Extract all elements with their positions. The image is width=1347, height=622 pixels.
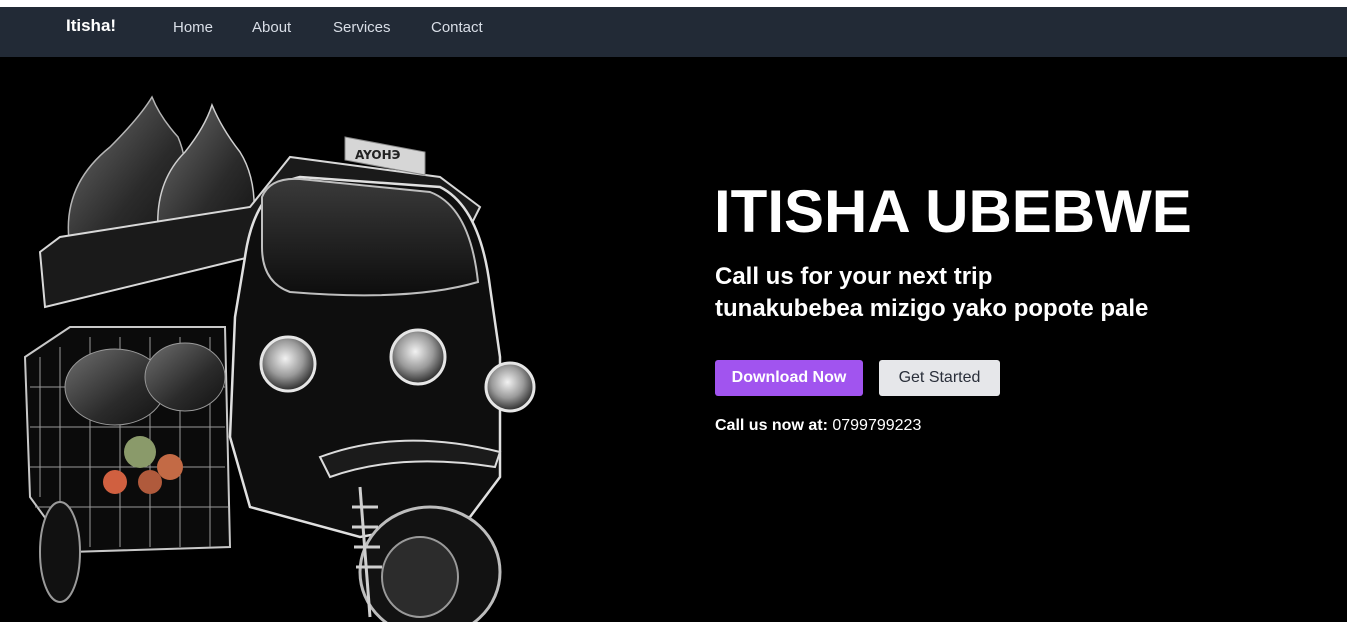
top-navbar: Itisha! Home About Services Contact xyxy=(0,7,1347,57)
nav-link-about[interactable]: About xyxy=(252,19,291,36)
hero-subtitle-line-2: tunakubebea mizigo yako popote pale xyxy=(715,295,1149,322)
tuk-tuk-cargo-image: AYOHЭ xyxy=(23,95,536,622)
call-us-line: Call us now at: 0799799223 xyxy=(715,417,921,435)
hero-section: AYOHЭ ITISHA UBEBWE Call us for your nex… xyxy=(0,57,1347,622)
roof-sign-text: AYOHЭ xyxy=(355,148,401,162)
get-started-button[interactable]: Get Started xyxy=(879,360,1000,396)
nav-link-home[interactable]: Home xyxy=(173,19,213,36)
phone-number[interactable]: 0799799223 xyxy=(832,417,921,434)
download-now-button[interactable]: Download Now xyxy=(715,360,863,396)
hero-subtitle-line-1: Call us for your next trip xyxy=(715,263,993,290)
nav-link-services[interactable]: Services xyxy=(333,19,391,36)
hero-title: ITISHA UBEBWE xyxy=(714,178,1192,245)
brand-logo-link[interactable]: Itisha! xyxy=(66,16,116,36)
phone-label: Call us now at: xyxy=(715,417,828,434)
nav-link-contact[interactable]: Contact xyxy=(431,19,483,36)
